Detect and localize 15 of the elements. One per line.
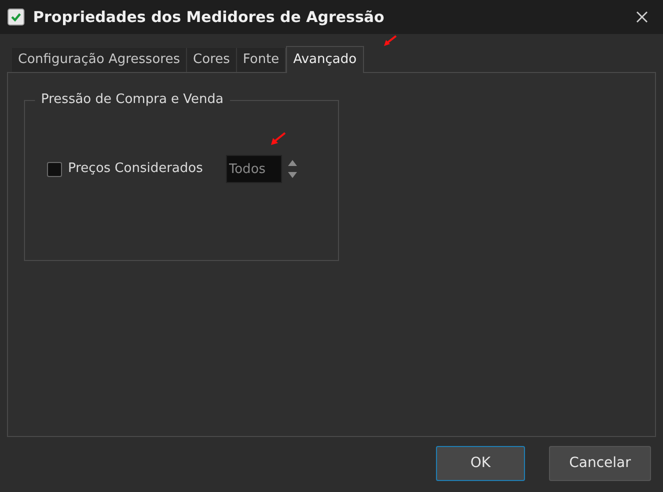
tab[interactable]: Configuração Agressores (12, 48, 187, 72)
dialog-button[interactable]: Cancelar (549, 446, 651, 481)
tab[interactable]: Cores (187, 48, 237, 72)
annotation-arrow-icon (270, 132, 286, 146)
checkbox[interactable] (47, 162, 62, 176)
annotation-arrow-icon (383, 35, 397, 47)
window-title: Propriedades dos Medidores de Agressão (33, 6, 384, 28)
dialog-button[interactable]: OK (436, 446, 525, 481)
group-title: Pressão de Compra e Venda (35, 91, 230, 109)
spin-arrows-icon[interactable] (286, 158, 298, 180)
tab[interactable]: Fonte (236, 48, 286, 72)
close-icon[interactable] (636, 11, 648, 23)
checkbox-label: Preços Considerados (68, 160, 203, 178)
tab[interactable]: Avançado (286, 46, 364, 73)
checkmark-app-icon (7, 8, 25, 26)
